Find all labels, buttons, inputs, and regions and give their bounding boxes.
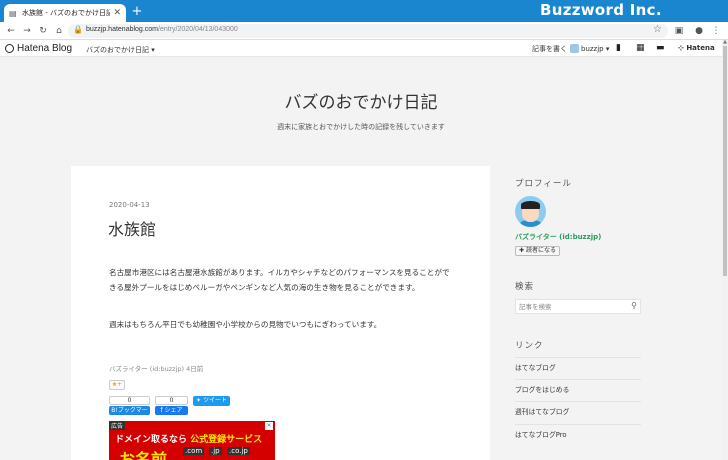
brand-watermark: Buzzword Inc. (540, 1, 662, 19)
write-article-link[interactable]: 記事を書く (532, 44, 567, 54)
profile-heading: プロフィール (515, 179, 572, 189)
address-bar[interactable]: 🔒 buzzjp.hatenablog.com/entry/2020/04/13… (68, 24, 668, 38)
sidebar-link[interactable]: 週刊はてなブログ (515, 401, 641, 423)
profile-avatar[interactable] (515, 196, 546, 227)
ad-tld: .com (183, 447, 205, 455)
reload-icon[interactable]: ↻ (37, 25, 49, 37)
bookmark-label: B!ブックマーク (109, 406, 150, 423)
bookmark-icon[interactable]: ▮ (616, 43, 621, 53)
window-titlebar: ▤ 水族館 - バズのおでかけ日記 ✕ + Buzzword Inc. (0, 0, 728, 22)
ad-headline: ドメイン取るなら 公式登録サービス (115, 435, 263, 445)
arrow-left-icon[interactable]: ← (5, 25, 17, 37)
hatena-link[interactable]: ⊹ Hatena (678, 44, 715, 52)
bookmark-share-button[interactable]: 0 B!ブックマーク (109, 396, 150, 423)
page-scrollbar[interactable]: ▲ (722, 40, 728, 460)
arrow-right-icon[interactable]: → (21, 25, 33, 37)
star-icon[interactable]: ☆ (653, 24, 662, 35)
search-box: ⚲ (515, 299, 641, 314)
scroll-up-icon[interactable]: ▲ (722, 40, 728, 45)
blog-favicon-icon: ▤ (9, 8, 17, 18)
entry-paragraph: 名古屋市港区には名古屋港水族館があります。イルカやシャチなどのパフォーマンスを見… (109, 268, 450, 292)
hatena-logo-icon (5, 44, 14, 53)
blog-menu[interactable]: バズのおでかけ日記 ▾ (86, 45, 155, 55)
ad-brand: お名前 (119, 450, 168, 460)
url-text: buzzjp.hatenablog.com/entry/2020/04/13/0… (86, 26, 238, 33)
author-line[interactable]: バズライター (id:buzzjp) 4日前 (109, 363, 203, 373)
browser-toolbar: ← → ↻ ⌂ 🔒 buzzjp.hatenablog.com/entry/20… (0, 22, 728, 40)
ad-tld: .co.jp (227, 447, 250, 455)
blog-description: 週末に家族とおでかけした時の記録を残していきます (277, 123, 445, 131)
scroll-thumb[interactable] (723, 46, 727, 276)
profile-icon[interactable]: ● (693, 25, 705, 37)
apps-grid-icon[interactable]: ▦ (636, 43, 645, 53)
hatena-bar: Hatena Blog バズのおでかけ日記 ▾ 記事を書く buzzjp ▾ ▮… (0, 40, 722, 57)
home-icon[interactable]: ⌂ (53, 25, 65, 37)
facebook-count: 0 (155, 396, 188, 405)
plus-icon: ✚ (519, 247, 525, 254)
menu-icon[interactable]: ⋮ (710, 25, 722, 37)
search-input[interactable] (519, 302, 624, 312)
extension-icon[interactable]: ▣ (673, 25, 685, 37)
lock-icon: 🔒 (73, 25, 83, 34)
search-heading: 検索 (515, 282, 535, 292)
close-tab-icon[interactable]: ✕ (113, 8, 121, 18)
entry-date[interactable]: 2020-04-13 (109, 201, 150, 209)
blog-title[interactable]: バズのおでかけ日記 (0, 88, 722, 113)
tweet-button[interactable]: ✦ ツイート (193, 396, 230, 406)
sidebar-link[interactable]: はてなブログPro (515, 424, 641, 446)
notification-icon[interactable]: ▬ (656, 43, 665, 53)
links-heading: リンク (515, 341, 544, 351)
advertisement-banner[interactable]: 広告 × ドメイン取るなら 公式登録サービス お名前 .com .jp .co.… (109, 421, 275, 460)
ad-info-icon[interactable]: × (265, 422, 273, 430)
profile-name[interactable]: バズライター (id:buzzjp) (515, 232, 601, 242)
article: 2020-04-13 水族館 名古屋市港区には名古屋港水族館があります。イルカや… (71, 166, 490, 460)
facebook-share-button[interactable]: 0 f シェア (155, 396, 188, 415)
tab-title: 水族館 - バズのおでかけ日記 (22, 9, 111, 17)
twitter-bird-icon: ✦ (196, 397, 202, 404)
user-avatar (570, 44, 579, 53)
facebook-label: f シェア (155, 406, 188, 415)
ad-tld: .jp (209, 447, 222, 455)
new-tab-button[interactable]: + (130, 5, 144, 19)
follow-button[interactable]: ✚ 読者になる (515, 246, 560, 256)
ad-tag: 広告 (109, 421, 126, 430)
user-menu[interactable]: buzzjp ▾ (570, 44, 609, 53)
sidebar-link[interactable]: ブログをはじめる (515, 379, 641, 401)
avatar-hair (521, 201, 540, 209)
magnifier-icon[interactable]: ⚲ (631, 301, 637, 310)
sidebar-link[interactable]: はてなブログ (515, 357, 641, 379)
entry-paragraph: 週末はもちろん平日でも幼稚園や小学校からの見物でいつもにぎわっています。 (109, 320, 382, 329)
bookmark-count: 0 (109, 396, 150, 405)
hatena-blog-logo[interactable]: Hatena Blog (5, 43, 72, 54)
entry-title[interactable]: 水族館 (108, 216, 156, 240)
add-star-button[interactable]: ★+ (109, 380, 125, 390)
browser-tab[interactable]: ▤ 水族館 - バズのおでかけ日記 ✕ (4, 4, 126, 22)
